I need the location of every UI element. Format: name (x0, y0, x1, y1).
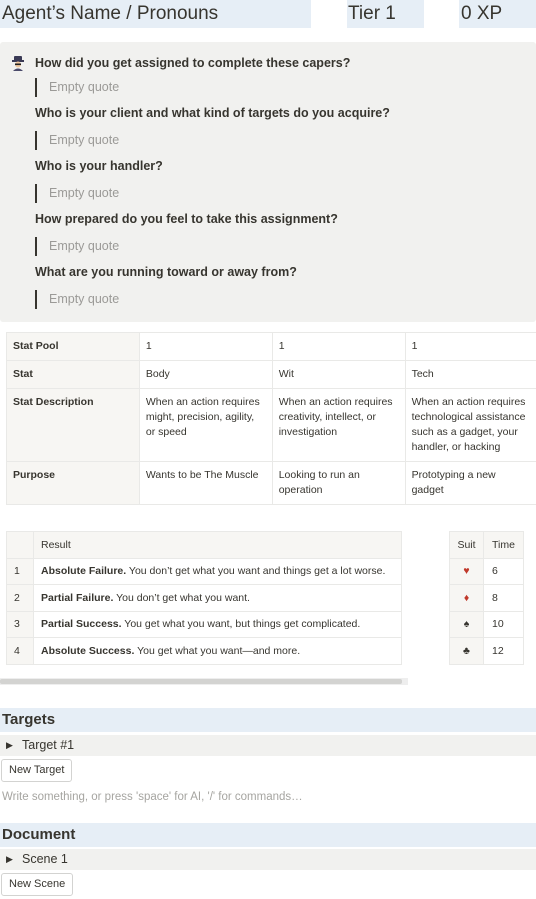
suit-cell[interactable]: ♦ (449, 584, 484, 612)
column-header-suit[interactable]: Suit (449, 531, 484, 559)
question-2: Who is your client and what kind of targ… (35, 106, 390, 120)
table-row: ♥ 6 (449, 557, 524, 585)
table-cell[interactable]: Wit (271, 360, 406, 389)
toggle-triangle-icon[interactable]: ▶ (6, 849, 13, 870)
result-cell[interactable]: Partial Failure. You don’t get what you … (33, 584, 402, 612)
row-header[interactable]: Stat (6, 360, 140, 389)
table-row: ♣ 12 (449, 637, 524, 665)
club-icon: ♣ (463, 644, 470, 657)
tier-field[interactable]: Tier 1 (347, 0, 424, 28)
question-1: How did you get assigned to complete the… (35, 56, 351, 70)
column-header-time[interactable]: Time (483, 531, 524, 559)
table-header-row: Suit Time (449, 531, 524, 559)
result-text: You get what you want—and more. (134, 644, 301, 657)
toggle-triangle-icon[interactable]: ▶ (6, 735, 13, 756)
table-row: ♠ 10 (449, 610, 524, 638)
row-header[interactable]: Purpose (6, 461, 140, 505)
target-toggle[interactable]: ▶ Target #1 (0, 735, 536, 756)
result-title: Absolute Failure. (41, 565, 127, 578)
table-cell[interactable]: Looking to run an operation (271, 461, 406, 505)
table-row: ♦ 8 (449, 584, 524, 612)
row-number[interactable]: 2 (6, 584, 34, 612)
table-row: Stat Body Wit Tech (6, 360, 536, 389)
table-header-row: Result (6, 531, 402, 559)
targets-heading: Targets (0, 708, 536, 732)
table-cell[interactable]: When an action requires technological as… (404, 388, 536, 462)
row-header[interactable]: Stat Pool (6, 332, 140, 361)
result-title: Partial Success. (41, 618, 122, 631)
toggle-label: Scene 1 (22, 852, 68, 866)
suit-cell[interactable]: ♥ (449, 557, 484, 585)
table-cell[interactable] (6, 531, 34, 559)
table-cell[interactable]: Prototyping a new gadget (404, 461, 536, 505)
time-cell[interactable]: 10 (483, 610, 524, 638)
time-cell[interactable]: 8 (483, 584, 524, 612)
question-5: What are you running toward or away from… (35, 265, 297, 279)
horizontal-scrollbar[interactable] (0, 678, 408, 685)
result-title: Partial Failure. (41, 591, 114, 604)
toggle-label: Target #1 (22, 738, 75, 752)
result-text: You get what you want, but things get co… (121, 618, 361, 631)
table-cell[interactable]: 1 (138, 332, 273, 361)
row-header[interactable]: Stat Description (6, 388, 140, 462)
question-3: Who is your handler? (35, 159, 163, 173)
answer-quote-4[interactable]: Empty quote (35, 237, 119, 256)
diamond-icon: ♦ (463, 591, 470, 604)
table-row: 4 Absolute Success. You get what you wan… (6, 637, 402, 665)
results-table: Result 1 Absolute Failure. You don’t get… (6, 531, 402, 665)
row-number[interactable]: 1 (6, 557, 34, 585)
new-target-button[interactable]: New Target (1, 759, 73, 782)
scene-toggle[interactable]: ▶ Scene 1 (0, 849, 536, 870)
row-number[interactable]: 3 (6, 610, 34, 638)
question-4: How prepared do you feel to take this as… (35, 212, 338, 226)
table-row: 1 Absolute Failure. You don’t get what y… (6, 557, 402, 585)
result-cell[interactable]: Absolute Failure. You don’t get what you… (33, 557, 402, 585)
table-cell[interactable]: 1 (404, 332, 536, 361)
time-cell[interactable]: 12 (483, 637, 524, 665)
scrollbar-thumb[interactable] (0, 679, 402, 684)
answer-quote-3[interactable]: Empty quote (35, 184, 119, 203)
result-cell[interactable]: Partial Success. You get what you want, … (33, 610, 402, 638)
table-cell[interactable]: Body (138, 360, 273, 389)
table-cell[interactable]: Tech (404, 360, 536, 389)
table-cell[interactable]: 1 (271, 332, 406, 361)
table-row: 2 Partial Failure. You don’t get what yo… (6, 584, 402, 612)
answer-quote-1[interactable]: Empty quote (35, 78, 119, 97)
spade-icon: ♠ (463, 618, 470, 631)
result-text: You don’t get what you want. (113, 591, 250, 604)
column-header-result[interactable]: Result (33, 531, 402, 559)
answer-quote-2[interactable]: Empty quote (35, 131, 119, 150)
table-row: 3 Partial Success. You get what you want… (6, 610, 402, 638)
result-title: Absolute Success. (41, 644, 135, 657)
questions-callout: How did you get assigned to complete the… (0, 42, 536, 322)
stats-table: Stat Pool 1 1 1 Stat Body Wit Tech Stat … (6, 332, 536, 505)
agent-name-field[interactable]: Agent’s Name / Pronouns (0, 0, 311, 28)
suit-cell[interactable]: ♣ (449, 637, 484, 665)
table-cell[interactable]: When an action requires might, precision… (138, 388, 273, 462)
row-number[interactable]: 4 (6, 637, 34, 665)
document-heading: Document (0, 823, 536, 847)
table-cell[interactable]: When an action requires creativity, inte… (271, 388, 406, 462)
table-row: Purpose Wants to be The Muscle Looking t… (6, 461, 536, 505)
new-scene-button[interactable]: New Scene (1, 873, 74, 896)
heart-icon: ♥ (463, 565, 470, 578)
editor-placeholder[interactable]: Write something, or press 'space' for AI… (2, 791, 303, 803)
suit-time-table: Suit Time ♥ 6 ♦ 8 ♠ 10 ♣ 12 (449, 531, 524, 665)
time-cell[interactable]: 6 (483, 557, 524, 585)
table-cell[interactable]: Wants to be The Muscle (138, 461, 273, 505)
spy-icon[interactable] (10, 55, 26, 71)
suit-cell[interactable]: ♠ (449, 610, 484, 638)
result-text: You don’t get what you want and things g… (126, 565, 386, 578)
answer-quote-5[interactable]: Empty quote (35, 290, 119, 309)
table-row: Stat Pool 1 1 1 (6, 332, 536, 361)
result-cell[interactable]: Absolute Success. You get what you want—… (33, 637, 402, 665)
table-row: Stat Description When an action requires… (6, 388, 536, 462)
xp-field[interactable]: 0 XP (459, 0, 536, 28)
